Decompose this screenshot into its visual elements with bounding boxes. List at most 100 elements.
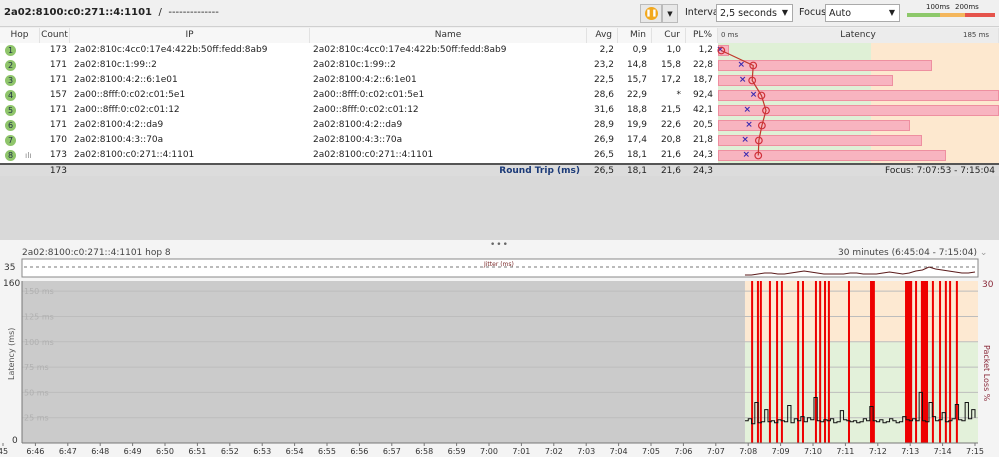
table-row[interactable]: 6 171 2a02:8100:4:2::da9 2a02:8100:4:2::da9… <box>0 118 999 133</box>
x-tick-label: 45 <box>0 447 8 456</box>
table-row[interactable]: 3 171 2a02:8100:4:2::6:1e01 2a02:8100:4:2::… <box>0 73 999 88</box>
hop-cur: 21,6 <box>660 150 681 160</box>
table-row[interactable]: 5 171 2a00::8fff:0:c02:c01:12 2a00::8fff:0:… <box>0 103 999 118</box>
hop-pl: 24,3 <box>692 150 713 160</box>
hop-cur: * <box>676 90 682 100</box>
focus-label: Focus <box>799 7 827 18</box>
column-header-min[interactable]: Min <box>618 28 652 43</box>
hop-avg: 28,9 <box>593 120 614 130</box>
packet-loss-bar <box>776 281 779 443</box>
x-tick-label: 7:15 <box>966 447 984 456</box>
x-tick-label: 6:54 <box>286 447 304 456</box>
legend-100-label: 100ms <box>926 3 950 11</box>
hop-cur: 15,8 <box>660 60 681 70</box>
grid-label: 50 ms <box>24 388 49 397</box>
hop-name: 2a02:810c:4cc0:17e4:422b:50ff:fedd:8ab9 <box>313 45 507 55</box>
focus-select[interactable]: Auto ▼ <box>825 4 900 22</box>
x-tick-label: 7:02 <box>545 447 563 456</box>
interval-select[interactable]: 2,5 seconds ▼ <box>716 4 793 22</box>
latency-good-zone <box>718 43 871 58</box>
hop-avg: 31,6 <box>593 105 614 115</box>
hop-name: 2a00::8fff:0:c02:c01:5e1 <box>313 90 425 100</box>
hop-count: 171 <box>49 105 67 115</box>
x-tick-label: 6:52 <box>221 447 239 456</box>
x-tick-label: 7:10 <box>804 447 822 456</box>
x-tick-label: 6:56 <box>350 447 368 456</box>
hop-cur: 17,2 <box>660 75 681 85</box>
x-tick-label: 7:03 <box>577 447 595 456</box>
packet-loss-bar <box>955 281 958 443</box>
x-tick-label: 7:00 <box>480 447 498 456</box>
focus-value: Auto <box>829 8 852 19</box>
hop-name: 2a02:8100:4:2::da9 <box>313 120 403 130</box>
hop-name: 2a00::8fff:0:c02:c01:12 <box>313 105 419 115</box>
chevron-down-icon: ▼ <box>888 8 895 17</box>
hop-number-badge: 8 <box>5 150 16 161</box>
column-header-ip[interactable]: IP <box>70 28 310 43</box>
hop-cur: 22,6 <box>660 120 681 130</box>
column-header-hop[interactable]: Hop <box>0 28 40 43</box>
hop-number-badge: 7 <box>5 135 16 146</box>
pause-icon: ❚❚ <box>645 7 658 20</box>
hop-ip: 2a00::8fff:0:c02:c01:12 <box>74 105 180 115</box>
hop-ip: 2a02:8100:4:2::6:1e01 <box>74 75 178 85</box>
packet-loss-bar <box>780 281 783 443</box>
x-tick-label: 7:04 <box>610 447 628 456</box>
y2-max-label: 30 <box>982 280 994 290</box>
column-header-cur[interactable]: Cur <box>652 28 686 43</box>
hop-pl: 92,4 <box>692 90 713 100</box>
hop-count: 173 <box>49 45 67 55</box>
x-tick-label: 7:09 <box>772 447 790 456</box>
hop-avg: 22,5 <box>593 75 614 85</box>
hop-name: 2a02:8100:4:2::6:1e01 <box>313 75 417 85</box>
x-tick-label: 6:50 <box>156 447 174 456</box>
packet-loss-bar <box>718 150 946 161</box>
table-row[interactable]: 2 171 2a02:810c:1:99::2 2a02:810c:1:99::2 23… <box>0 58 999 73</box>
hop-min: 14,8 <box>626 60 647 70</box>
x-tick-label: 7:13 <box>901 447 919 456</box>
latency-chart: 35 Jitter (ms) 150 ms 125 ms 100 ms 75 ms 50 m… <box>0 258 994 456</box>
hop-name: 2a02:8100:4:3::70a <box>313 135 403 145</box>
column-header-latency[interactable]: Latency <box>718 28 999 43</box>
packet-loss-bar <box>824 281 827 443</box>
hop-name: 2a02:810c:1:99::2 <box>313 60 396 70</box>
packet-loss-bar <box>718 60 932 71</box>
hop-pl: 20,5 <box>692 120 713 130</box>
hop-count: 173 <box>49 150 67 160</box>
pause-dropdown-button[interactable]: ▼ <box>662 4 678 23</box>
hop-ip: 2a02:810c:1:99::2 <box>74 60 157 70</box>
min-marker-icon: × <box>738 75 747 85</box>
column-header-plpct[interactable]: PL% <box>686 28 718 43</box>
column-header-avg[interactable]: Avg <box>587 28 618 43</box>
graph-icon[interactable]: ılı <box>25 148 32 163</box>
latency-warn-zone <box>871 43 999 58</box>
x-tick-label: 6:53 <box>253 447 271 456</box>
hop-cur: 1,0 <box>666 45 681 55</box>
hop-pl: 42,1 <box>692 105 713 115</box>
hop-ip: 2a02:8100:4:3::70a <box>74 135 164 145</box>
pause-button[interactable]: ❚❚ <box>640 4 662 23</box>
x-tick-label: 7:14 <box>934 447 952 456</box>
hop-pl: 1,2 <box>698 45 713 55</box>
table-row[interactable]: 7 170 2a02:8100:4:3::70a 2a02:8100:4:3::70a… <box>0 133 999 148</box>
packet-loss-bar <box>759 281 762 443</box>
table-row[interactable]: 1 173 2a02:810c:4cc0:17e4:422b:50ff:fedd:8… <box>0 43 999 58</box>
interval-value: 2,5 seconds <box>720 8 777 19</box>
column-header-count[interactable]: Count <box>40 28 70 43</box>
hop-number-badge: 3 <box>5 75 16 86</box>
column-header-name[interactable]: Name <box>310 28 587 43</box>
packet-loss-bar <box>870 281 875 443</box>
grid-label: 75 ms <box>24 363 49 372</box>
grid-label: 25 ms <box>24 414 49 423</box>
hop-min: 19,9 <box>626 120 647 130</box>
x-tick-label: 6:59 <box>448 447 466 456</box>
table-row[interactable]: 4 157 2a00::8fff:0:c02:c01:5e1 2a00::8fff:0… <box>0 88 999 103</box>
x-tick-label: 7:12 <box>869 447 887 456</box>
x-tick-label: 6:46 <box>26 447 44 456</box>
hop-min: 0,9 <box>632 45 647 55</box>
hop-count: 171 <box>49 75 67 85</box>
hop-ip: 2a02:8100:4:2::da9 <box>74 120 164 130</box>
hop-pl: 18,7 <box>692 75 713 85</box>
table-row[interactable]: 8 ılı 173 2a02:8100:c0:271::4:1101 2a02:8100… <box>0 148 999 163</box>
packet-loss-bar <box>814 281 817 443</box>
